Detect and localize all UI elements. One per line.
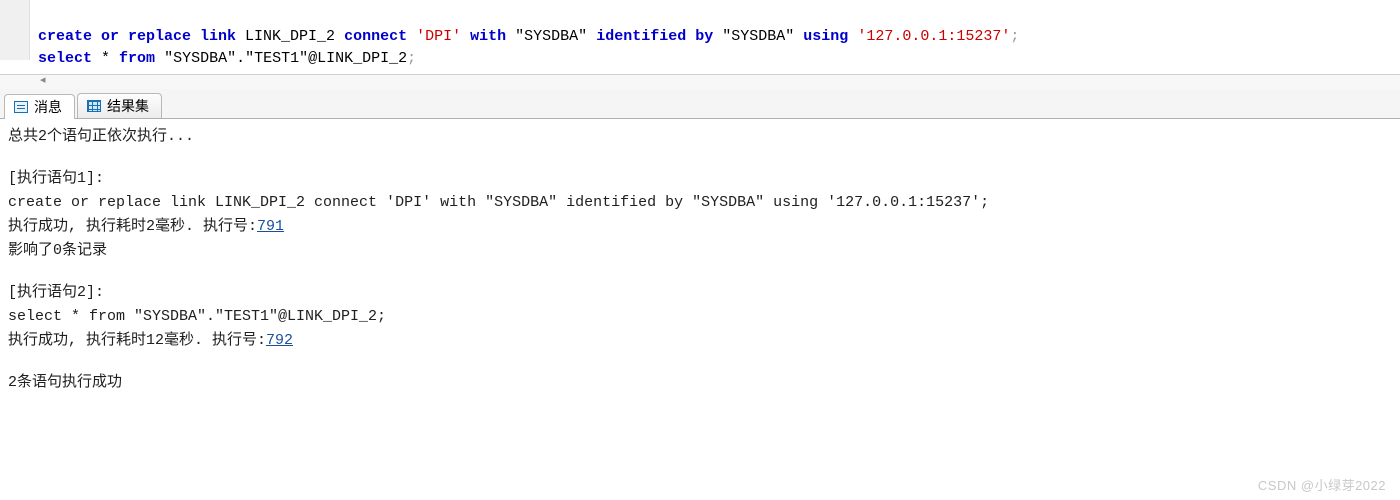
grid-icon xyxy=(86,98,102,114)
space xyxy=(155,50,164,67)
statement-2-label: [执行语句2]: xyxy=(8,281,1392,305)
statement-1-label: [执行语句1]: xyxy=(8,167,1392,191)
identifier: * xyxy=(92,50,119,67)
statement-2-status: 执行成功, 执行耗时12毫秒. 执行号:792 xyxy=(8,329,1392,353)
messages-icon xyxy=(13,99,29,115)
space xyxy=(794,28,803,45)
code-content[interactable]: create or replace link LINK_DPI_2 connec… xyxy=(30,0,1027,74)
space xyxy=(506,28,515,45)
status-text: 执行成功, 执行耗时12毫秒. 执行号: xyxy=(8,332,266,349)
keyword: create or replace link xyxy=(38,28,236,45)
keyword: using xyxy=(803,28,848,45)
keyword: connect xyxy=(344,28,407,45)
keyword: with xyxy=(470,28,506,45)
quoted-identifier: "SYSDBA"."TEST1" xyxy=(164,50,308,67)
execution-number-link[interactable]: 791 xyxy=(257,218,284,235)
result-tabs-bar: 消息 结果集 xyxy=(0,89,1400,119)
quoted-identifier: "SYSDBA" xyxy=(722,28,794,45)
horizontal-scrollbar[interactable] xyxy=(0,75,1400,89)
statement-1-rows: 影响了0条记录 xyxy=(8,239,1392,263)
watermark: CSDN @小绿芽2022 xyxy=(1258,475,1386,494)
output-footer: 2条语句执行成功 xyxy=(8,371,1392,395)
identifier: @LINK_DPI_2 xyxy=(308,50,407,67)
editor-gutter xyxy=(0,0,30,60)
string-literal: '127.0.0.1:15237' xyxy=(857,28,1010,45)
quoted-identifier: "SYSDBA" xyxy=(515,28,587,45)
keyword: identified by xyxy=(596,28,713,45)
execution-number-link[interactable]: 792 xyxy=(266,332,293,349)
space xyxy=(713,28,722,45)
keyword: select xyxy=(38,50,92,67)
code-line-1[interactable]: create or replace link LINK_DPI_2 connec… xyxy=(38,28,1019,45)
code-line-2[interactable]: select * from "SYSDBA"."TEST1"@LINK_DPI_… xyxy=(38,50,416,67)
tab-label: 结果集 xyxy=(107,96,149,116)
statement-2-sql: select * from "SYSDBA"."TEST1"@LINK_DPI_… xyxy=(8,305,1392,329)
status-text: 执行成功, 执行耗时2毫秒. 执行号: xyxy=(8,218,257,235)
tab-messages[interactable]: 消息 xyxy=(4,94,75,119)
sql-editor[interactable]: create or replace link LINK_DPI_2 connec… xyxy=(0,0,1400,75)
output-header: 总共2个语句正依次执行... xyxy=(8,125,1392,149)
semicolon: ; xyxy=(1010,28,1019,45)
keyword: from xyxy=(119,50,155,67)
tab-resultset[interactable]: 结果集 xyxy=(77,93,162,118)
space xyxy=(587,28,596,45)
statement-1-sql: create or replace link LINK_DPI_2 connec… xyxy=(8,191,1392,215)
string-literal: 'DPI' xyxy=(416,28,461,45)
statement-1-status: 执行成功, 执行耗时2毫秒. 执行号:791 xyxy=(8,215,1392,239)
space xyxy=(407,28,416,45)
space xyxy=(461,28,470,45)
identifier: LINK_DPI_2 xyxy=(236,28,344,45)
messages-output[interactable]: 总共2个语句正依次执行... [执行语句1]: create or replac… xyxy=(0,119,1400,401)
space xyxy=(848,28,857,45)
semicolon: ; xyxy=(407,50,416,67)
tab-label: 消息 xyxy=(34,97,62,117)
